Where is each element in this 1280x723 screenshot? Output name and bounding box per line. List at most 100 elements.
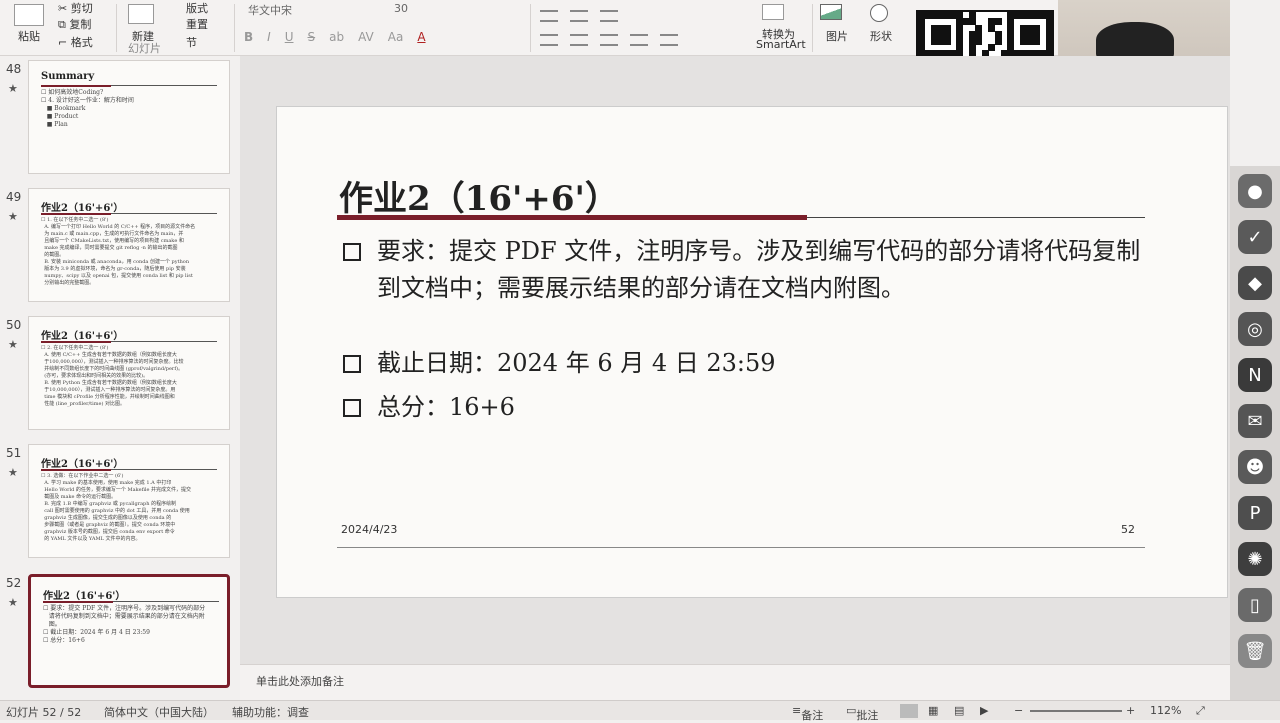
thumb-title: 作业2（16'+6'） bbox=[41, 459, 124, 470]
thumb-title: Summary bbox=[41, 71, 95, 82]
align-right-button[interactable] bbox=[600, 34, 618, 46]
thumbnail-52[interactable]: 作业2（16'+6'） ☐ 要求：提交 PDF 文件，注明序号。涉及到编写代码的… bbox=[28, 574, 230, 688]
thumb-title: 作业2（16'+6'） bbox=[41, 203, 124, 214]
indent-button[interactable] bbox=[600, 10, 618, 22]
bold-button[interactable]: B bbox=[244, 30, 253, 44]
zoom-level[interactable]: 112% bbox=[1150, 704, 1181, 717]
current-slide[interactable]: 作业2（16'+6'） 要求：提交 PDF 文件，注明序号。涉及到编写代码的部分… bbox=[276, 106, 1228, 598]
thumbnail-51[interactable]: 作业2（16'+6'） ☐ 3. 选做：在以下作业中二选一 (6') A. 学习… bbox=[28, 444, 230, 558]
thumb-num-48: 48 bbox=[6, 62, 22, 76]
thumb-rule-accent bbox=[41, 85, 111, 87]
bullet-deadline[interactable]: 截止日期：2024 年 6 月 4 日 23:59 bbox=[343, 345, 1157, 382]
zoom-slider[interactable] bbox=[1030, 710, 1122, 712]
slide-date: 2024/4/23 bbox=[341, 523, 398, 536]
notes-pane[interactable]: 单击此处添加备注 bbox=[240, 664, 1230, 700]
section-button[interactable]: 节 bbox=[186, 34, 197, 50]
vscode-icon[interactable]: ◆ bbox=[1238, 266, 1272, 300]
thumb-rule-accent bbox=[41, 469, 111, 471]
spacing-button[interactable]: AV bbox=[358, 30, 374, 44]
layout-button[interactable]: 版式 bbox=[186, 0, 208, 16]
slide-stage: 作业2（16'+6'） 要求：提交 PDF 文件，注明序号。涉及到编写代码的部分… bbox=[240, 56, 1230, 664]
paste-button[interactable] bbox=[14, 4, 44, 26]
justify-button[interactable] bbox=[630, 34, 648, 46]
cut-button[interactable]: ✂ 剪切 bbox=[58, 0, 93, 16]
thumb-title: 作业2（16'+6'） bbox=[41, 331, 124, 342]
new-slide-button[interactable] bbox=[128, 4, 154, 24]
reading-view-button[interactable]: ▤ bbox=[954, 704, 964, 717]
notes-placeholder[interactable]: 单击此处添加备注 bbox=[256, 673, 344, 689]
qr-module bbox=[975, 37, 983, 45]
thumbnail-50[interactable]: 作业2（16'+6'） ☐ 2. 在以下任务中二选一 (8') A. 使用 C/… bbox=[28, 316, 230, 430]
slideshow-button[interactable]: ▶ bbox=[980, 704, 988, 717]
comments-toggle[interactable]: ▭ 批注 bbox=[846, 704, 878, 722]
picture-icon[interactable] bbox=[820, 4, 842, 20]
notion-icon[interactable]: N bbox=[1238, 358, 1272, 392]
italic-button[interactable]: I bbox=[267, 30, 271, 44]
shape-icon[interactable] bbox=[870, 4, 888, 22]
thumbnail-49[interactable]: 作业2（16'+6'） ☐ 1. 在以下任务中二选一 (8') A. 编写一个打… bbox=[28, 188, 230, 302]
bullet-requirements[interactable]: 要求：提交 PDF 文件，注明序号。涉及到编写代码的部分请将代码复制到文档中；需… bbox=[343, 233, 1157, 307]
bullet-text: 总分：16+6 bbox=[377, 393, 515, 421]
shape-button[interactable]: 形状 bbox=[870, 28, 892, 44]
thumb-star-icon: ★ bbox=[8, 338, 18, 351]
check-icon[interactable]: ✓ bbox=[1238, 220, 1272, 254]
checkbox-bullet-icon bbox=[343, 243, 361, 261]
edge-icon[interactable]: ◎ bbox=[1238, 312, 1272, 346]
copy-button[interactable]: ⧉ 复制 bbox=[58, 16, 91, 32]
align-center-button[interactable] bbox=[570, 34, 588, 46]
bullet-text: 截止日期：2024 年 6 月 4 日 23:59 bbox=[377, 349, 776, 377]
title-rule-accent bbox=[337, 215, 807, 220]
accessibility-status[interactable]: 辅助功能：调查 bbox=[232, 704, 309, 720]
paragraph-group bbox=[540, 4, 760, 52]
format-painter-button[interactable]: ⌐ 格式 bbox=[58, 34, 93, 50]
convert-smartart-button[interactable] bbox=[762, 4, 784, 20]
brush-icon: ⌐ bbox=[58, 36, 71, 49]
slide-page-number: 52 bbox=[1121, 523, 1135, 536]
thumb-text: ☐ 2. 在以下任务中二选一 (8') A. 使用 C/C++ 生成含有若干数据… bbox=[41, 345, 184, 407]
thumb-text: ☐ 1. 在以下任务中二选一 (8') A. 编写一个打印 Hello Worl… bbox=[41, 217, 196, 286]
underline-button[interactable]: U bbox=[285, 30, 294, 44]
font-size-select[interactable]: 30 bbox=[390, 0, 430, 18]
numbering-button[interactable] bbox=[570, 10, 588, 22]
bullets-button[interactable] bbox=[540, 10, 558, 22]
font-name-select[interactable]: 华文中宋 bbox=[244, 0, 374, 18]
reset-button[interactable]: 重置 bbox=[186, 16, 208, 32]
file-icon[interactable]: ▯ bbox=[1238, 588, 1272, 622]
fit-slide-button[interactable]: ⤢ bbox=[1196, 704, 1205, 718]
wechat-icon[interactable]: ● bbox=[1238, 174, 1272, 208]
thumb-rule-accent bbox=[41, 213, 111, 215]
copy-icon: ⧉ bbox=[58, 18, 70, 31]
scissors-icon: ✂ bbox=[58, 2, 71, 15]
line-spacing-button[interactable] bbox=[660, 34, 678, 46]
trash-icon[interactable]: 🗑 bbox=[1238, 634, 1272, 668]
zoom-out-button[interactable]: − bbox=[1014, 704, 1023, 717]
strikethrough-button[interactable]: S bbox=[308, 30, 316, 44]
thumb-num-49: 49 bbox=[6, 190, 22, 204]
discord-icon[interactable]: ☻ bbox=[1238, 450, 1272, 484]
powerpoint-icon[interactable]: P bbox=[1238, 496, 1272, 530]
mail-icon[interactable]: ✉ bbox=[1238, 404, 1272, 438]
bullet-total-score[interactable]: 总分：16+6 bbox=[343, 389, 1157, 426]
thumbnail-48[interactable]: Summary ☐ 如何高效地Coding? ☐ 4. 设计好这一作业：解方和时… bbox=[28, 60, 230, 174]
new-slide-sub-label[interactable]: 幻灯片 bbox=[128, 40, 161, 56]
convert-smartart-sub-label[interactable]: SmartArt bbox=[756, 38, 806, 51]
chatgpt-icon[interactable]: ✺ bbox=[1238, 542, 1272, 576]
thumb-star-icon: ★ bbox=[8, 466, 18, 479]
language-indicator[interactable]: 简体中文（中国大陆） bbox=[104, 704, 214, 720]
sorter-view-button[interactable]: ▦ bbox=[928, 704, 938, 717]
font-color-button[interactable]: A bbox=[417, 30, 425, 44]
paste-label[interactable]: 粘贴 bbox=[18, 28, 40, 44]
checkbox-bullet-icon bbox=[343, 399, 361, 417]
subscript-button[interactable]: ab bbox=[329, 30, 344, 44]
picture-button[interactable]: 图片 bbox=[826, 28, 848, 44]
slide-title[interactable]: 作业2（16'+6'） bbox=[339, 171, 619, 220]
thumb-star-icon: ★ bbox=[8, 210, 18, 223]
zoom-in-button[interactable]: + bbox=[1126, 704, 1135, 717]
normal-view-button[interactable] bbox=[900, 704, 918, 718]
thumb-text: ☐ 如何高效地Coding? ☐ 4. 设计好这一作业：解方和时间 ■ Book… bbox=[41, 89, 134, 128]
qr-module bbox=[943, 37, 951, 45]
thumb-num-50: 50 bbox=[6, 318, 22, 332]
align-left-button[interactable] bbox=[540, 34, 558, 46]
change-case-button[interactable]: Aa bbox=[388, 30, 404, 44]
notes-toggle[interactable]: ≡ 备注 bbox=[792, 704, 823, 722]
